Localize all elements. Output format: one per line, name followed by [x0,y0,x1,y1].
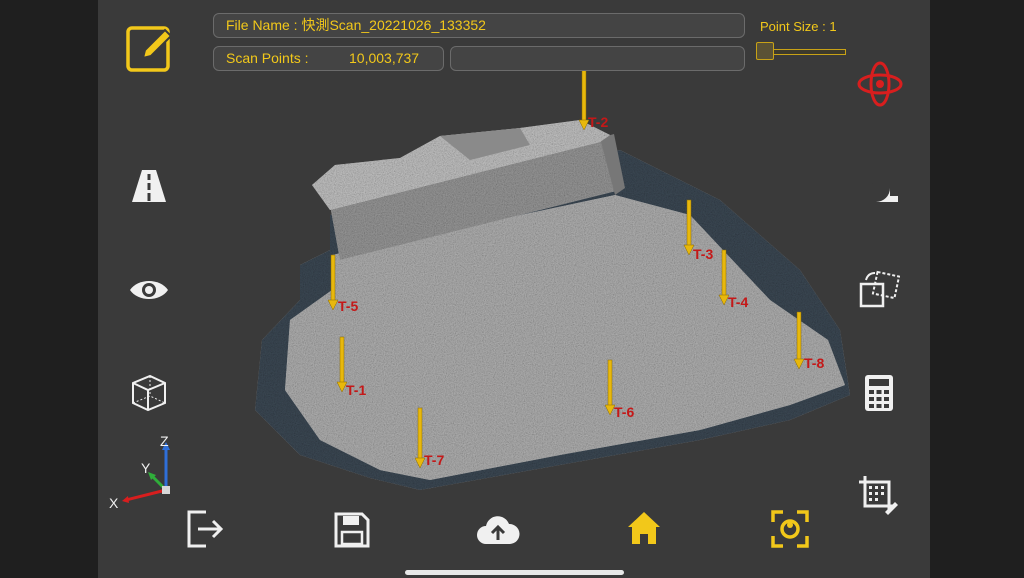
marker-label-t7[interactable]: T-7 [424,452,444,468]
home-icon[interactable] [626,510,662,546]
calculator-icon[interactable] [864,374,894,412]
axis-label-z: Z [160,433,169,449]
axis-label-x: X [109,495,119,511]
marker-label-t8[interactable]: T-8 [804,355,824,371]
orbit-icon[interactable] [856,60,904,108]
point-size-label: Point Size : 1 [760,19,837,34]
exit-icon[interactable] [186,510,226,548]
save-icon[interactable] [334,512,370,548]
marker-label-t4[interactable]: T-4 [728,294,748,310]
marker-label-t5[interactable]: T-5 [338,298,358,314]
progress-bar [450,46,745,71]
right-bezel [930,0,1024,578]
marker-label-t3[interactable]: T-3 [693,246,713,262]
scan-points-label: Scan Points : [226,50,309,66]
eye-icon[interactable] [128,276,170,304]
file-name-label: File Name : 快測Scan_20221026_133352 [226,17,486,33]
face-scan-icon[interactable] [771,510,809,548]
marker-pins [327,69,805,469]
crop-grid-icon[interactable] [857,474,899,516]
marker-label-t2[interactable]: T-2 [588,114,608,130]
axis-label-y: Y [141,460,151,476]
point-size-slider[interactable] [756,42,846,60]
road-icon[interactable] [131,168,167,204]
scan-points-bar: Scan Points : 10,003,737 [213,46,444,71]
tape-measure-icon[interactable] [860,172,900,204]
point-size-thumb[interactable] [756,42,774,60]
scan-points-value: 10,003,737 [349,50,420,66]
file-name-bar: File Name : 快測Scan_20221026_133352 [213,13,745,38]
rotate-crop-icon[interactable] [858,270,900,310]
marker-label-t6[interactable]: T-6 [614,404,634,420]
home-indicator[interactable] [405,570,624,575]
cloud-upload-icon[interactable] [476,514,520,546]
marker-label-t1[interactable]: T-1 [346,382,366,398]
left-bezel [0,0,98,578]
edit-icon[interactable] [125,24,175,74]
cube-icon[interactable] [130,373,168,413]
